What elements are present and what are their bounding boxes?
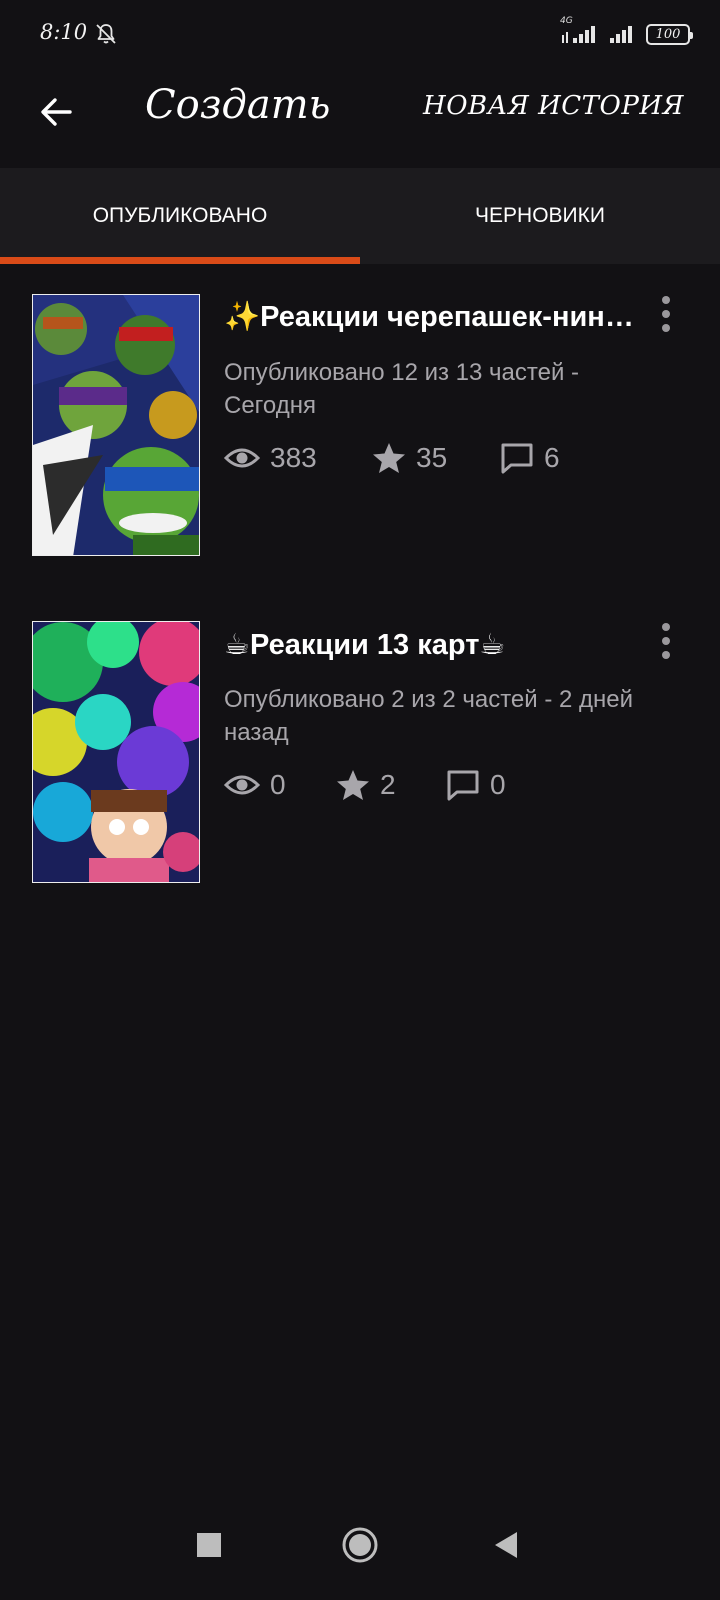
story-cover[interactable]	[32, 294, 200, 556]
star-icon	[337, 770, 369, 800]
star-icon	[373, 443, 405, 473]
tab-drafts[interactable]: ЧЕРНОВИКИ	[360, 168, 720, 264]
nav-recents-icon	[197, 1533, 221, 1557]
story-cover[interactable]	[32, 621, 200, 883]
story-title[interactable]: ✨Реакции черепашек-ниндзя✨	[224, 300, 644, 334]
eye-icon	[224, 775, 260, 795]
back-arrow-icon	[41, 98, 72, 126]
tab-published-label: ОПУБЛИКОВАНО	[92, 204, 268, 227]
story-stats: 383 35 6	[224, 442, 560, 474]
story-title[interactable]: ☕Реакции 13 карт☕	[224, 627, 644, 662]
votes-stat: 35	[372, 442, 500, 474]
status-bar: 8:10 4G 100	[0, 0, 720, 66]
signal-4g-icon: 4G	[560, 16, 600, 46]
story-item: ✨Реакции черепашек-ниндзя✨ Опубликовано …	[0, 294, 720, 556]
tab-indicator	[0, 257, 360, 264]
tab-drafts-label: ЧЕРНОВИКИ	[475, 204, 605, 227]
signal-icon	[610, 26, 632, 43]
battery-level: 100	[655, 26, 681, 42]
comments-stat: 0	[446, 769, 506, 801]
comments-count: 0	[490, 769, 506, 800]
votes-count: 2	[380, 769, 396, 800]
views-count: 383	[270, 442, 317, 473]
app-bar: Создать НОВАЯ ИСТОРИЯ	[0, 66, 720, 168]
tab-published[interactable]: ОПУБЛИКОВАНО	[0, 168, 360, 264]
status-indicators: 4G 100	[560, 16, 693, 46]
nav-home-button[interactable]	[341, 1526, 379, 1569]
status-time: 8:10	[40, 20, 88, 44]
bell-off-icon	[96, 24, 116, 44]
votes-stat: 2	[336, 769, 446, 801]
page-title: Создать	[145, 82, 331, 128]
more-options-button[interactable]	[654, 294, 678, 334]
comment-icon	[447, 770, 479, 801]
views-stat: 0	[224, 769, 336, 801]
tab-bar: ОПУБЛИКОВАНО ЧЕРНОВИКИ	[0, 168, 720, 264]
nav-recents-button[interactable]	[196, 1532, 222, 1563]
eye-icon	[224, 448, 260, 468]
story-stats: 0 2 0	[224, 769, 506, 801]
new-story-button[interactable]: НОВАЯ ИСТОРИЯ	[423, 91, 684, 121]
battery-icon: 100	[646, 23, 693, 45]
story-meta: Опубликовано 12 из 13 частей - Сегодня	[224, 359, 580, 419]
views-count: 0	[270, 769, 286, 800]
back-button[interactable]	[32, 88, 80, 136]
nav-home-icon	[342, 1527, 378, 1563]
network-type-label: 4G	[560, 16, 573, 26]
system-nav-bar	[0, 1506, 720, 1600]
comment-icon	[501, 443, 533, 474]
nav-back-button[interactable]	[493, 1530, 519, 1565]
views-stat: 383	[224, 442, 372, 474]
more-vert-icon	[662, 623, 670, 631]
comments-count: 6	[544, 442, 560, 473]
more-vert-icon	[662, 296, 670, 304]
more-options-button[interactable]	[654, 621, 678, 661]
votes-count: 35	[416, 442, 448, 473]
comments-stat: 6	[500, 442, 560, 474]
nav-back-icon	[495, 1532, 517, 1558]
story-meta: Опубликовано 2 из 2 частей - 2 дней наза…	[224, 686, 634, 746]
story-item: ☕Реакции 13 карт☕ Опубликовано 2 из 2 ча…	[0, 621, 720, 883]
